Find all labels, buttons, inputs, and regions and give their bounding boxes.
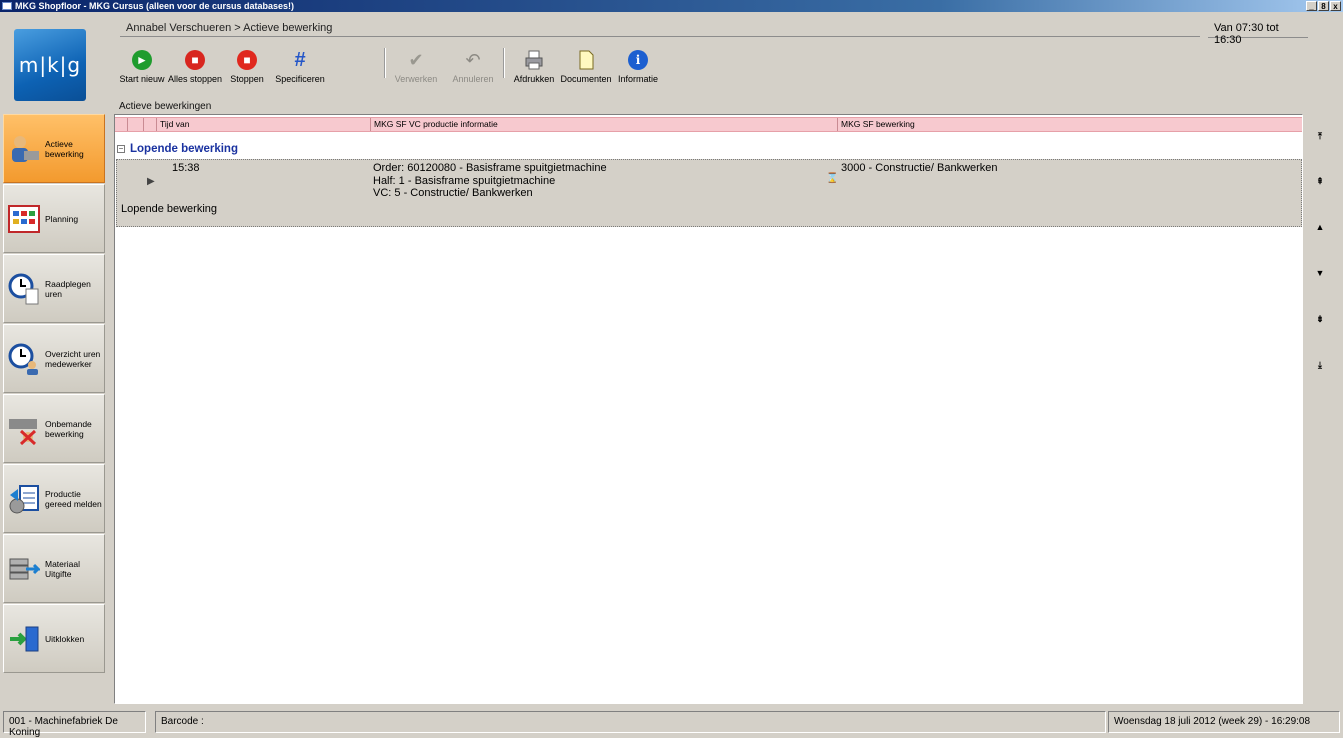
sidebar-item-active-operation[interactable]: Actieve bewerking <box>3 114 105 183</box>
sidebar-item-view-hours[interactable]: Raadplegen uren <box>3 254 105 323</box>
clock-out-icon <box>10 626 39 651</box>
sidebar-item-label: Overzicht uren medewerker <box>45 348 101 369</box>
cell-info-half: Half: 1 - Basisframe spuitgietmachine <box>373 174 556 187</box>
cell-time: 15:38 <box>172 162 200 174</box>
cancel-button[interactable]: ↶ Annuleren <box>443 46 503 85</box>
specify-button[interactable]: # Specificeren <box>270 46 330 85</box>
hash-icon: # <box>294 48 306 71</box>
operations-grid: Tijd van MKG SF VC productie informatie … <box>114 114 1303 704</box>
document-icon <box>579 50 594 70</box>
scroll-top-button[interactable]: ⤒ <box>1312 131 1328 145</box>
production-ready-icon <box>9 484 39 513</box>
stop-label: Stoppen <box>230 74 264 84</box>
page-up-button[interactable]: ⇞ <box>1312 176 1328 190</box>
sidebar: Actieve bewerking Planning Raadplegen ur… <box>3 114 105 674</box>
sidebar-item-unmanned-operation[interactable]: Onbemande bewerking <box>3 394 105 463</box>
column-header-blank[interactable] <box>127 118 143 131</box>
clock-person-icon <box>8 343 38 375</box>
status-datetime: Woensdag 18 juli 2012 (week 29) - 16:29:… <box>1108 711 1340 733</box>
close-button[interactable]: x <box>1330 1 1341 11</box>
row-footer: Lopende bewerking <box>121 203 218 215</box>
sidebar-item-material-issue[interactable]: Materiaal Uitgifte <box>3 534 105 603</box>
sidebar-item-production-ready[interactable]: Productie gereed melden <box>3 464 105 533</box>
documents-button[interactable]: Documenten <box>556 46 616 84</box>
sidebar-item-employee-hours[interactable]: Overzicht uren medewerker <box>3 324 105 393</box>
check-icon: ✔ <box>408 49 424 70</box>
stop-all-button[interactable]: ■ Alles stoppen <box>165 46 225 84</box>
clock-icon <box>8 273 39 304</box>
group-label: Lopende bewerking <box>130 143 238 155</box>
start-new-label: Start nieuw <box>119 74 165 84</box>
page-down-button[interactable]: ⇟ <box>1312 314 1328 328</box>
planning-icon <box>8 204 40 233</box>
logo-text: m|k|g <box>18 53 82 77</box>
scroll-bottom-button[interactable]: ⤓ <box>1312 360 1328 374</box>
window-titlebar: MKG Shopfloor - MKG Cursus (alleen voor … <box>0 0 1343 12</box>
info-icon: i <box>628 50 648 70</box>
sidebar-item-label: Uitklokken <box>45 633 85 644</box>
info-label: Informatie <box>617 74 659 84</box>
column-header-blank[interactable] <box>143 118 157 131</box>
column-header-production-info[interactable]: MKG SF VC productie informatie <box>370 118 826 131</box>
mkg-logo: m|k|g <box>14 29 86 101</box>
print-button[interactable]: Afdrukken <box>504 46 564 84</box>
documents-label: Documenten <box>560 74 612 84</box>
sidebar-item-label: Planning <box>45 213 79 224</box>
stop-all-icon: ■ <box>185 50 205 70</box>
table-row[interactable]: ▶ 15:38 Order: 60120080 - Basisframe spu… <box>116 159 1302 227</box>
sidebar-item-label: Onbemande bewerking <box>45 418 92 439</box>
cancel-label: Annuleren <box>452 74 494 84</box>
print-label: Afdrukken <box>513 74 555 84</box>
scroll-down-button[interactable]: ▼ <box>1312 268 1328 282</box>
sidebar-item-label: Raadplegen uren <box>45 278 91 299</box>
play-icon: ► <box>132 50 152 70</box>
specify-label: Specificeren <box>275 74 325 84</box>
divider <box>120 36 1200 37</box>
window-title: MKG Shopfloor - MKG Cursus (alleen voor … <box>15 1 295 11</box>
start-new-button[interactable]: ► Start nieuw <box>112 46 172 84</box>
cell-info-vc: VC: 5 - Constructie/ Bankwerken <box>373 187 533 199</box>
barcode-field[interactable]: Barcode : <box>155 711 1106 733</box>
scroll-up-button[interactable]: ▲ <box>1312 222 1328 236</box>
cell-operation: 3000 - Constructie/ Bankwerken <box>841 162 998 174</box>
hourglass-icon: ⌛ <box>826 173 839 184</box>
status-company: 001 - Machinefabriek De Koning <box>3 711 146 738</box>
section-title: Actieve bewerkingen <box>119 101 212 112</box>
material-icon <box>9 558 40 579</box>
restore-button[interactable]: 8 <box>1318 1 1329 11</box>
sidebar-item-label: Productie gereed melden <box>45 488 102 509</box>
sidebar-item-planning[interactable]: Planning <box>3 184 105 253</box>
cell-info-order: Order: 60120080 - Basisframe spuitgietma… <box>373 162 607 174</box>
collapse-icon[interactable]: − <box>117 145 125 153</box>
stop-icon: ■ <box>237 50 257 70</box>
stop-all-label: Alles stoppen <box>167 74 223 84</box>
column-header-time[interactable]: Tijd van <box>156 118 370 131</box>
process-button[interactable]: ✔ Verwerken <box>386 46 446 85</box>
sidebar-item-label: Actieve bewerking <box>45 138 84 159</box>
sidebar-item-label: Materiaal Uitgifte <box>45 558 80 579</box>
shift-time: Van 07:30 tot 16:30 <box>1208 20 1308 46</box>
process-label: Verwerken <box>394 74 438 84</box>
stop-button[interactable]: ■ Stoppen <box>217 46 277 84</box>
undo-icon: ↶ <box>465 49 481 70</box>
sidebar-item-clock-out[interactable]: Uitklokken <box>3 604 105 673</box>
group-row[interactable]: − Lopende bewerking <box>117 143 238 155</box>
printer-icon <box>525 50 543 70</box>
info-button[interactable]: i Informatie <box>608 46 668 84</box>
grid-header: Tijd van MKG SF VC productie informatie … <box>115 117 1302 132</box>
worker-icon <box>12 135 39 162</box>
app-icon <box>2 2 12 10</box>
unmanned-icon <box>9 418 37 445</box>
breadcrumb: Annabel Verschueren > Actieve bewerking <box>126 22 333 34</box>
minimize-button[interactable]: _ <box>1306 1 1317 11</box>
column-header-operation[interactable]: MKG SF bewerking <box>837 118 1302 131</box>
row-indicator-icon: ▶ <box>147 176 155 187</box>
